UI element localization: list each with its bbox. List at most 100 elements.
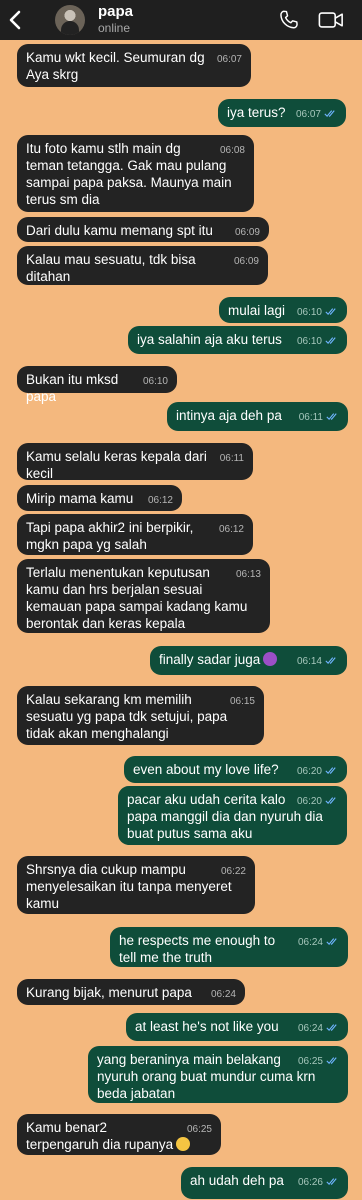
message-time: 06:24 bbox=[297, 1023, 323, 1034]
message-text: Kamu wkt kecil. Seumuran dg Aya skrg bbox=[26, 50, 205, 82]
incoming-message[interactable]: 06:13 Terlalu menentukan keputusan kamu d… bbox=[17, 559, 270, 633]
message-meta: 06:25 bbox=[187, 1124, 212, 1136]
outgoing-message[interactable]: 06:24 at least he's not like you bbox=[126, 1013, 348, 1041]
message-meta: 06:22 bbox=[221, 866, 246, 878]
incoming-message[interactable]: 06:12 Tapi papa akhir2 ini berpikir, mgkn… bbox=[17, 514, 253, 555]
message-text: Kalau mau sesuatu, tdk bisa ditahan bbox=[26, 252, 196, 284]
message-meta: 06:12 bbox=[148, 495, 173, 507]
double-check-icon bbox=[326, 1057, 337, 1065]
message-text: Kalau sekarang km memilih sesuatu yg pap… bbox=[26, 692, 228, 741]
outgoing-message[interactable]: 06:20 even about my love life? bbox=[124, 756, 347, 783]
message-meta: 06:07 bbox=[217, 54, 242, 66]
video-call-icon[interactable] bbox=[318, 9, 344, 31]
message-text: even about my love life? bbox=[133, 762, 279, 777]
message-meta: 06:09 bbox=[235, 227, 260, 239]
incoming-message[interactable]: 06:22 Shrsnya dia cukup mampu menyelesaik… bbox=[17, 856, 255, 914]
message-time: 06:15 bbox=[229, 696, 255, 707]
outgoing-message[interactable]: 06:25 yang beraninya main belakang nyuruh… bbox=[88, 1046, 348, 1103]
phone-icon[interactable] bbox=[278, 9, 300, 31]
message-time: 06:13 bbox=[235, 569, 261, 580]
message-meta: 06:10 bbox=[297, 336, 338, 348]
message-text: iya salahin aja aku terus bbox=[137, 332, 282, 347]
message-meta: 06:25 bbox=[298, 1056, 339, 1068]
message-meta: 06:24 bbox=[211, 989, 236, 1001]
incoming-message[interactable]: 06:08 Itu foto kamu stlh main dg teman te… bbox=[17, 135, 254, 212]
outgoing-message[interactable]: 06:20 pacar aku udah cerita kalo papa man… bbox=[118, 786, 347, 845]
chat-header: papa online bbox=[0, 0, 362, 40]
message-time: 06:10 bbox=[296, 307, 322, 318]
message-time: 06:24 bbox=[297, 937, 323, 948]
message-time: 06:14 bbox=[296, 656, 322, 667]
double-check-icon bbox=[326, 1178, 337, 1186]
outgoing-message[interactable]: 06:26 ah udah deh pa bbox=[181, 1167, 348, 1199]
outgoing-message[interactable]: 06:14 finally sadar juga bbox=[150, 646, 347, 675]
incoming-message[interactable]: 06:24 Kurang bijak, menurut papa bbox=[17, 979, 245, 1005]
message-text: Kamu benar2 terpengaruh dia rupanya bbox=[26, 1120, 174, 1152]
message-time: 06:12 bbox=[218, 524, 244, 535]
back-arrow-icon[interactable] bbox=[8, 10, 22, 30]
double-check-icon bbox=[326, 413, 337, 421]
contact-name[interactable]: papa bbox=[98, 3, 133, 20]
double-check-icon bbox=[326, 1024, 337, 1032]
message-text: Kamu selalu keras kepala dari kecil bbox=[26, 449, 207, 481]
incoming-message[interactable]: 06:12 Mirip mama kamu bbox=[17, 485, 182, 511]
incoming-message[interactable]: 06:25 Kamu benar2 terpengaruh dia rupanya bbox=[17, 1114, 221, 1155]
message-time: 06:11 bbox=[298, 412, 323, 423]
message-meta: 06:24 bbox=[298, 937, 339, 949]
message-time: 06:08 bbox=[219, 145, 245, 156]
avatar[interactable] bbox=[55, 5, 85, 35]
message-time: 06:20 bbox=[296, 796, 322, 807]
message-time: 06:09 bbox=[233, 256, 259, 267]
double-check-icon bbox=[326, 938, 337, 946]
message-text: Bukan itu mksd papa bbox=[26, 372, 119, 404]
message-meta: 06:11 bbox=[220, 453, 244, 465]
message-text: ah udah deh pa bbox=[190, 1173, 284, 1188]
message-time: 06:26 bbox=[297, 1177, 323, 1188]
outgoing-message[interactable]: 06:24 he respects me enough to tell me th… bbox=[110, 927, 348, 967]
incoming-message[interactable]: 06:15 Kalau sekarang km memilih sesuatu y… bbox=[17, 686, 264, 745]
message-time: 06:11 bbox=[219, 453, 244, 464]
message-time: 06:10 bbox=[142, 376, 168, 387]
message-meta: 06:20 bbox=[297, 796, 338, 808]
incoming-message[interactable]: 06:11 Kamu selalu keras kepala dari kecil bbox=[17, 443, 253, 481]
message-text: Kurang bijak, menurut papa bbox=[26, 985, 192, 1000]
incoming-message[interactable]: 06:09 Dari dulu kamu memang spt itu bbox=[17, 217, 269, 242]
message-meta: 06:12 bbox=[219, 524, 244, 536]
incoming-message[interactable]: 06:10 Bukan itu mksd papa bbox=[17, 366, 177, 404]
double-check-icon bbox=[324, 110, 335, 118]
message-text: iya terus? bbox=[227, 105, 286, 120]
outgoing-message[interactable]: 06:07 iya terus? bbox=[218, 99, 346, 127]
message-meta: 06:07 bbox=[296, 109, 337, 121]
message-meta: 06:08 bbox=[220, 145, 245, 157]
message-text: mulai lagi bbox=[228, 303, 286, 318]
message-time: 06:20 bbox=[296, 766, 322, 777]
double-check-icon bbox=[325, 337, 336, 345]
message-meta: 06:11 bbox=[299, 412, 339, 424]
message-time: 06:25 bbox=[297, 1056, 323, 1067]
message-text: pacar aku udah cerita kalo papa manggil … bbox=[127, 792, 323, 841]
message-text: he respects me enough to tell me the tru… bbox=[119, 933, 276, 965]
message-time: 06:10 bbox=[296, 336, 322, 347]
contact-status: online bbox=[98, 21, 131, 35]
message-meta: 06:09 bbox=[234, 256, 259, 268]
message-meta: 06:10 bbox=[297, 307, 338, 319]
message-meta: 06:24 bbox=[298, 1023, 339, 1035]
incoming-message[interactable]: 06:09 Kalau mau sesuatu, tdk bisa ditahan bbox=[17, 246, 268, 285]
message-time: 06:07 bbox=[295, 109, 321, 120]
message-meta: 06:15 bbox=[230, 696, 255, 708]
outgoing-message[interactable]: 06:10 mulai lagi bbox=[219, 297, 347, 323]
message-text: Terlalu menentukan keputusan kamu dan hr… bbox=[26, 565, 248, 631]
message-meta: 06:14 bbox=[297, 656, 338, 668]
message-meta: 06:26 bbox=[298, 1177, 339, 1189]
message-meta: 06:10 bbox=[143, 376, 168, 388]
message-time: 06:25 bbox=[186, 1124, 212, 1135]
message-meta: 06:13 bbox=[236, 569, 261, 581]
message-text: Tapi papa akhir2 ini berpikir, mgkn papa… bbox=[26, 520, 194, 552]
incoming-message[interactable]: 06:07 Kamu wkt kecil. Seumuran dg Aya skr… bbox=[17, 44, 251, 87]
message-text: at least he's not like you bbox=[135, 1019, 279, 1034]
outgoing-message[interactable]: 06:11 intinya aja deh pa bbox=[167, 402, 348, 431]
outgoing-message[interactable]: 06:10 iya salahin aja aku terus bbox=[128, 326, 347, 354]
double-check-icon bbox=[325, 797, 336, 805]
message-time: 06:07 bbox=[216, 54, 242, 65]
message-text: Shrsnya dia cukup mampu menyelesaikan it… bbox=[26, 862, 232, 911]
